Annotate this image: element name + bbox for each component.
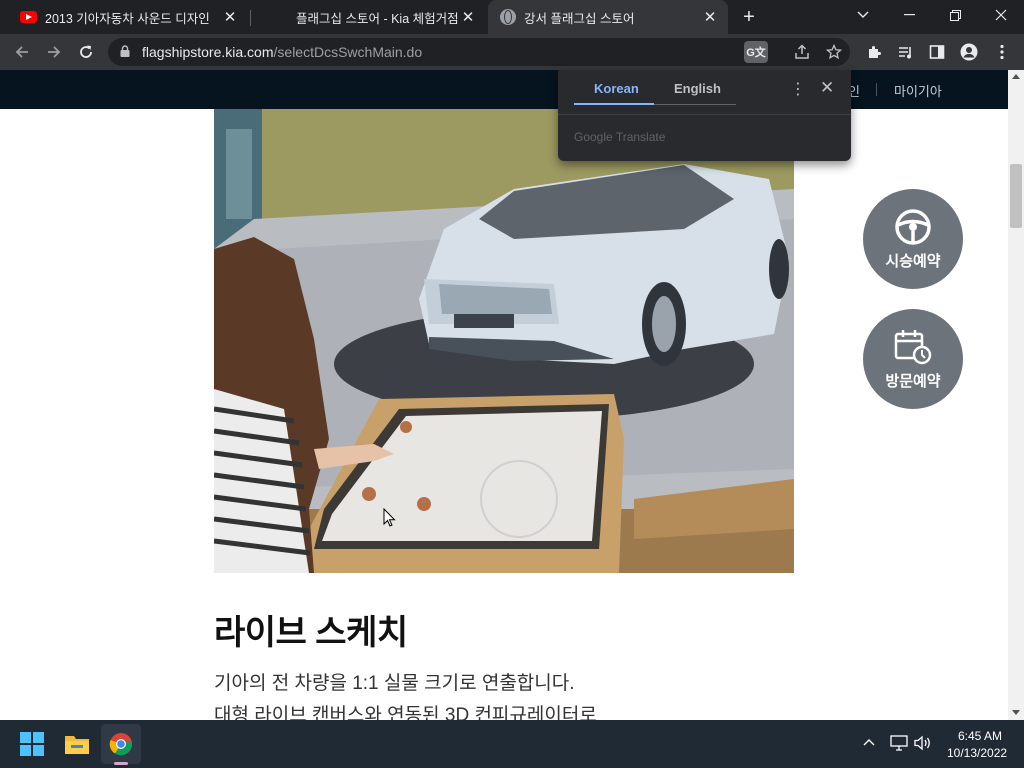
active-language-indicator: [574, 103, 654, 105]
close-icon: [995, 9, 1007, 21]
volume-icon[interactable]: [914, 735, 932, 754]
close-icon[interactable]: ✕: [820, 78, 834, 98]
tab-title: 2013 기아자동차 사운드 디자인: [45, 11, 210, 26]
profile-button[interactable]: [955, 38, 983, 66]
show-hidden-icons-icon: [863, 739, 875, 746]
chrome-taskbar-button[interactable]: [105, 728, 137, 760]
nav-divider: [876, 83, 877, 96]
nav-mykia-link[interactable]: 마이기아: [894, 81, 942, 100]
section-description-line: 기아의 전 차량을 1:1 실물 크기로 연출합니다.: [214, 673, 575, 694]
page-scrollbar[interactable]: [1008, 70, 1024, 720]
tab-youtube[interactable]: 2013 기아자동차 사운드 디자인 ✕: [8, 0, 248, 34]
reload-button[interactable]: [72, 38, 100, 66]
source-language-tab[interactable]: Korean: [594, 81, 639, 96]
chevron-down-icon: [857, 11, 869, 18]
site-header: 인 마이기아: [0, 70, 1008, 109]
url-text[interactable]: flagshipstore.kia.com/selectDcsSwchMain.…: [142, 44, 422, 60]
live-sketch-photo: [214, 109, 794, 573]
youtube-icon: [20, 11, 37, 23]
scroll-down-icon[interactable]: [1012, 710, 1020, 715]
url-path: /selectDcsSwchMain.do: [273, 44, 423, 60]
powered-by-label: Google Translate: [574, 130, 666, 144]
file-explorer-button[interactable]: [61, 728, 93, 760]
side-panel-button[interactable]: [923, 38, 951, 66]
language-tab-track: [654, 104, 736, 105]
media-control-button[interactable]: [892, 38, 920, 66]
reload-icon: [80, 45, 92, 58]
section-description-line: 대형 라이브 캔버스와 연동된 3D 컨피규레이터로: [214, 705, 597, 720]
blank-icon: [266, 9, 282, 25]
chrome-icon: [109, 733, 133, 756]
window-close-button[interactable]: [978, 0, 1024, 30]
restore-button[interactable]: [932, 0, 978, 30]
clock-time[interactable]: 6:45 AM: [958, 729, 1002, 743]
steering-wheel-icon: [895, 208, 931, 245]
web-page: 인 마이기아 라이브 스케치 기아의 전 차량을 1:1 실물 크기로 연출합니…: [0, 70, 1008, 720]
scroll-up-icon[interactable]: [1012, 74, 1020, 79]
tab-search-button[interactable]: [840, 0, 886, 30]
tab-separator: [250, 10, 251, 26]
folder-icon: [65, 736, 89, 754]
tab-title: 플래그십 스토어 - Kia 체험거점 |: [296, 11, 460, 26]
running-indicator: [114, 762, 128, 765]
address-bar[interactable]: flagshipstore.kia.com/selectDcsSwchMain.…: [108, 38, 850, 66]
screen: 2013 기아자동차 사운드 디자인 ✕ 플래그십 스토어 - Kia 체험거점…: [0, 0, 1024, 768]
windows-logo-icon: [20, 732, 44, 756]
avatar-icon: [960, 43, 978, 61]
windows-taskbar: 6:45 AM 10/13/2022: [0, 720, 1024, 768]
kebab-menu-icon[interactable]: ⋮: [790, 79, 806, 99]
network-icon[interactable]: [890, 735, 908, 754]
back-button[interactable]: [8, 38, 36, 66]
browser-toolbar: flagshipstore.kia.com/selectDcsSwchMain.…: [0, 34, 1024, 70]
tab-title: 강서 플래그십 스토어: [524, 11, 635, 26]
test-drive-reservation-button[interactable]: 시승예약: [863, 189, 963, 289]
url-host: flagshipstore.kia.com: [142, 44, 274, 60]
minimize-icon: [903, 14, 915, 16]
close-icon[interactable]: ✕: [460, 9, 476, 26]
close-icon[interactable]: ✕: [222, 9, 238, 26]
translate-icon[interactable]: G文: [744, 41, 768, 63]
arrow-right-icon: [48, 46, 61, 58]
visit-reservation-button[interactable]: 방문예약: [863, 309, 963, 409]
monitor-network-icon: [890, 735, 908, 751]
visit-label: 방문예약: [885, 372, 941, 390]
menu-button[interactable]: [988, 38, 1016, 66]
car-display-illustration: [214, 109, 794, 573]
tab-gangseo-flagship[interactable]: 강서 플래그십 스토어 ✕: [488, 0, 728, 34]
new-tab-button[interactable]: +: [738, 6, 760, 28]
tab-strip: 2013 기아자동차 사운드 디자인 ✕ 플래그십 스토어 - Kia 체험거점…: [0, 0, 1024, 34]
playlist-icon: [899, 47, 911, 59]
tab-flagship-kia[interactable]: 플래그십 스토어 - Kia 체험거점 | ✕: [254, 0, 486, 34]
side-panel-icon: [929, 45, 945, 59]
share-icon: [795, 44, 809, 59]
bookmark-button[interactable]: [820, 38, 848, 66]
extensions-button[interactable]: [860, 38, 888, 66]
kebab-menu-icon: [1000, 44, 1004, 60]
section-title: 라이브 스케치: [214, 614, 408, 652]
share-button[interactable]: [788, 38, 816, 66]
minimize-button[interactable]: [886, 0, 932, 30]
test-drive-label: 시승예약: [885, 252, 941, 270]
arrow-left-icon: [15, 46, 28, 58]
globe-icon: [500, 9, 516, 25]
target-language-tab[interactable]: English: [674, 81, 721, 96]
chevron-up-icon[interactable]: [863, 734, 875, 749]
clock-date[interactable]: 10/13/2022: [947, 746, 1007, 760]
lock-icon[interactable]: [120, 45, 130, 57]
puzzle-icon: [869, 46, 881, 58]
restore-icon: [949, 9, 961, 21]
forward-button[interactable]: [40, 38, 68, 66]
translate-popup: Korean English ⋮ ✕ Google Translate: [558, 70, 851, 161]
close-icon[interactable]: ✕: [702, 9, 718, 26]
popup-divider: [558, 114, 851, 115]
calendar-clock-icon: [894, 329, 932, 364]
speaker-icon: [914, 735, 930, 751]
mouse-cursor-icon: [383, 508, 396, 527]
star-icon: [826, 44, 842, 60]
start-button[interactable]: [16, 728, 48, 760]
scrollbar-thumb[interactable]: [1010, 164, 1022, 228]
